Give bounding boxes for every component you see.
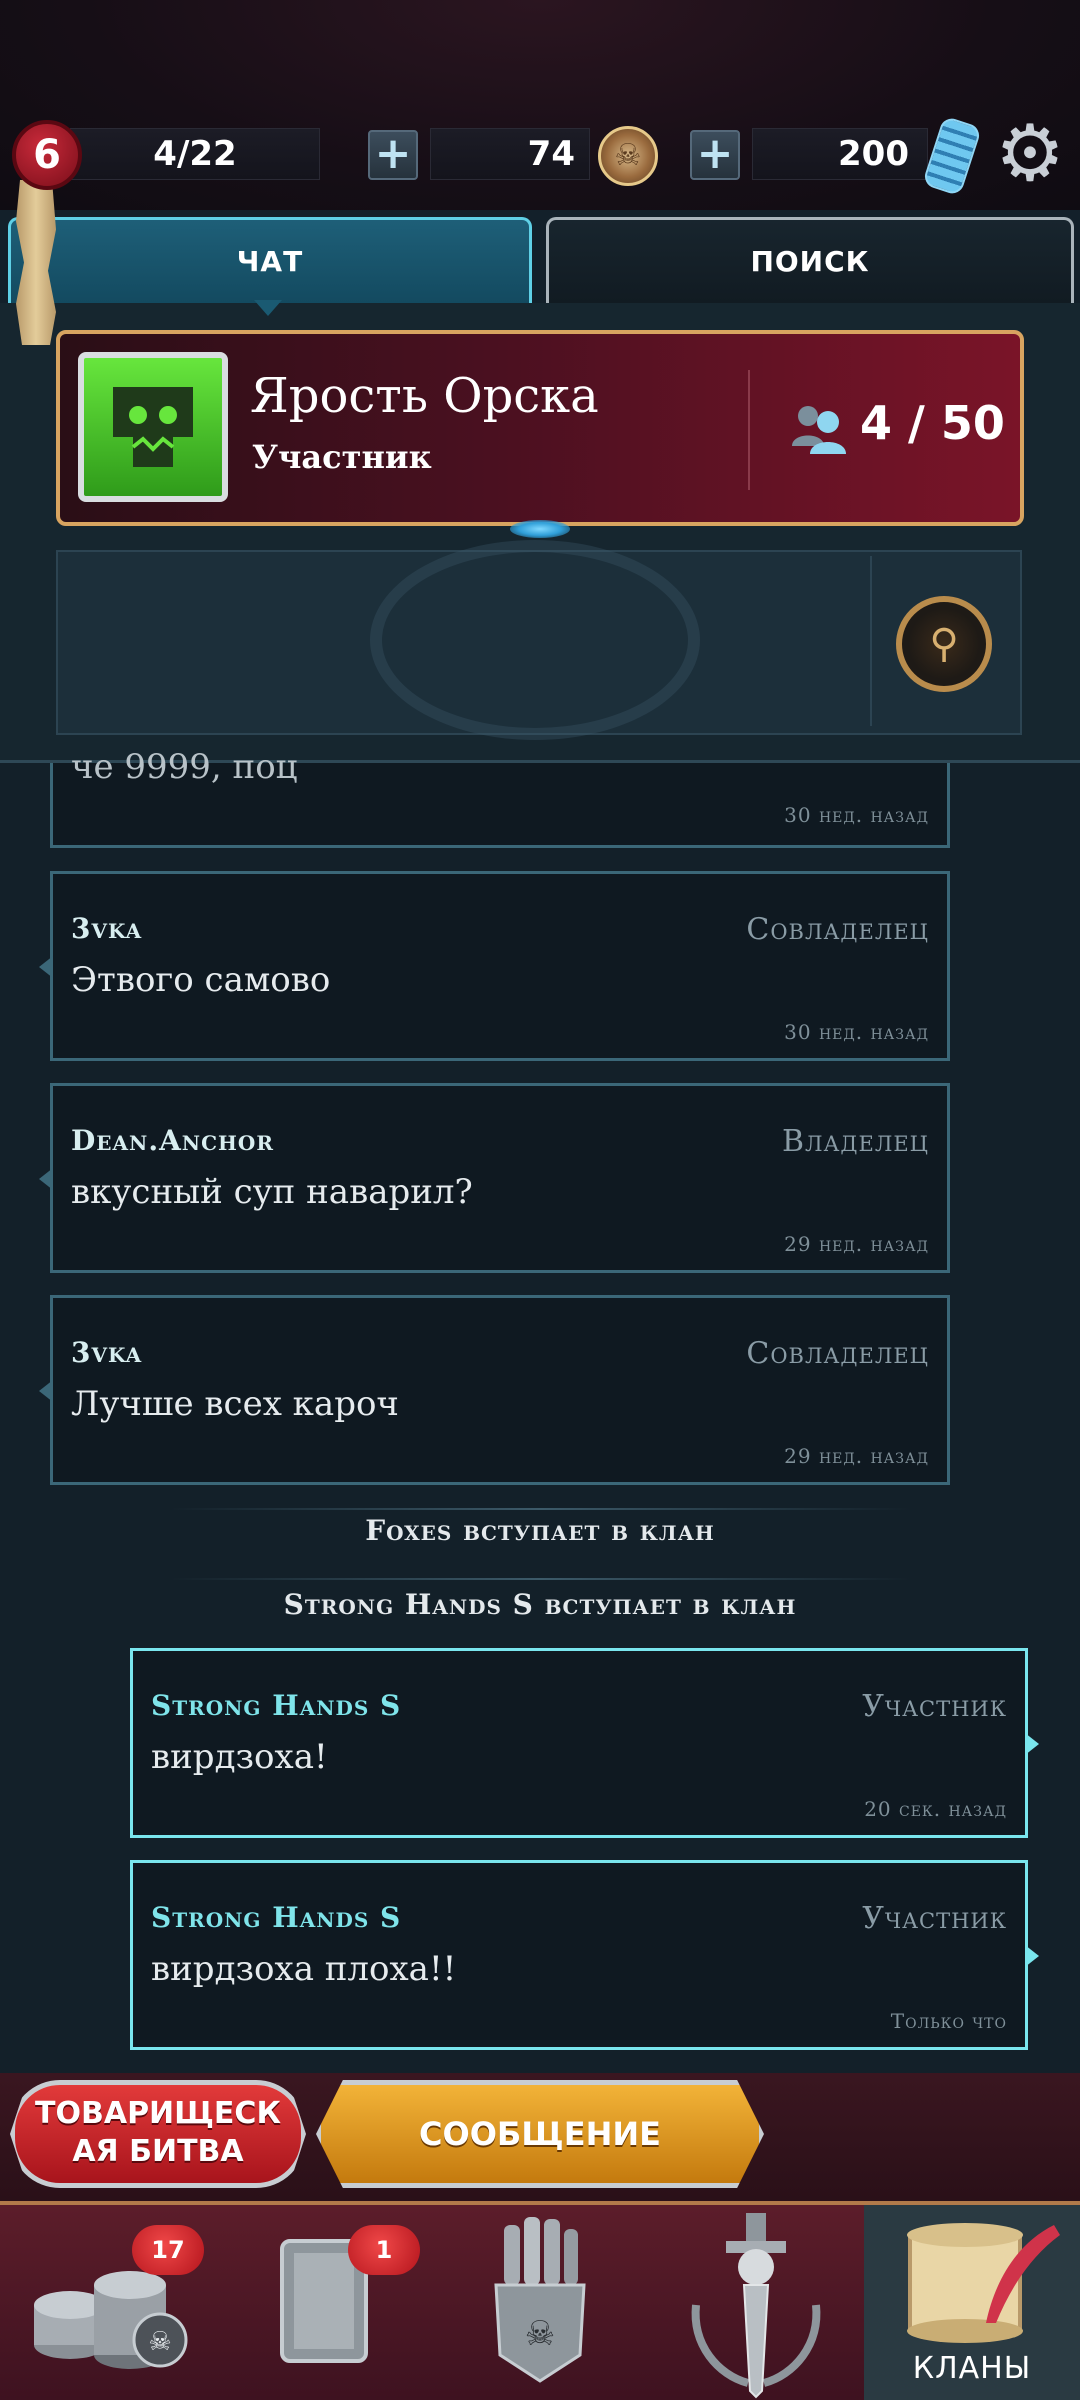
message-time: 29 нед. назад (784, 1444, 929, 1468)
chat-message[interactable]: Dean.Anchor Владелец вкусный суп наварил… (39, 1083, 950, 1273)
clan-card[interactable]: Ярость Орска Участник 4 / 50 (56, 330, 1024, 526)
message-time: 30 нед. назад (784, 1020, 929, 1044)
message-text: Этвого самово (71, 960, 331, 1000)
nav-label-clans: КЛАНЫ (912, 2351, 1032, 2386)
friendly-battle-label-line2: АЯ БИТВА (72, 2134, 244, 2169)
own-chat-message[interactable]: Strong Hands S Участник вирдзоха плоха!!… (130, 1860, 1039, 2050)
gems-counter: 200 (752, 128, 928, 180)
nav-item-battle[interactable] (648, 2205, 864, 2400)
message-time: 20 сек. назад (864, 1797, 1007, 1821)
message-author[interactable]: Strong Hands S (151, 1901, 401, 1934)
clan-name: Ярость Орска (250, 368, 599, 424)
clan-rank: Участник (252, 438, 432, 476)
notification-badge: 17 (132, 2225, 204, 2275)
message-role: Владелец (781, 1124, 929, 1159)
chat-message[interactable]: 3vka Совладелец Этвого самово 30 нед. на… (39, 871, 950, 1061)
nav-item-cards[interactable]: 1 (216, 2205, 432, 2400)
message-time: 29 нед. назад (784, 1232, 929, 1256)
own-chat-message[interactable]: Strong Hands S Участник вирдзоха! 20 сек… (130, 1648, 1039, 1838)
message-time: 30 нед. назад (784, 803, 929, 827)
cards-counter: 4/22 (70, 128, 320, 180)
divider (170, 1578, 910, 1580)
resource-bar: 4/22 + 74 + 200 (0, 118, 1080, 190)
message-author[interactable]: 3vka (71, 1336, 142, 1369)
members-icon (792, 406, 846, 454)
nav-item-clans[interactable]: КЛАНЫ (864, 2205, 1080, 2400)
sword-icon (691, 2213, 821, 2399)
system-message: Strong Hands S вступает в клан (283, 1588, 797, 1621)
message-text: вирдзоха плоха!! (151, 1949, 457, 1989)
message-time: Только что (890, 2009, 1007, 2033)
nav-item-shop[interactable]: ☠ 17 (0, 2205, 216, 2400)
chat-message-partial: че 9999, поц 30 нед. назад (50, 747, 950, 848)
orc-skull-emblem-icon (78, 352, 228, 502)
friendly-battle-label-line1: ТОВАРИЩЕСК (35, 2096, 281, 2131)
message-author[interactable]: 3vka (71, 912, 142, 945)
nav-item-collection[interactable]: ☠ (432, 2205, 648, 2400)
message-text: вирдзоха! (151, 1737, 328, 1777)
message-author[interactable]: Dean.Anchor (71, 1124, 274, 1157)
tab-chat[interactable]: ЧАТ (8, 217, 532, 303)
cards-count: 4/22 (153, 134, 237, 174)
scroll-quill-icon (907, 2223, 1060, 2343)
watermark-emblem (370, 540, 700, 740)
add-gems-button[interactable]: + (690, 130, 740, 180)
message-text: вкусный суп наварил? (71, 1172, 473, 1212)
divider (170, 1508, 910, 1510)
settings-gear-icon[interactable]: ⚙ (990, 114, 1070, 194)
glow-decoration (510, 520, 570, 538)
compass-button[interactable]: ⚲ (896, 596, 992, 692)
gold-count: 74 (527, 134, 575, 174)
gauntlet-icon: ☠ (494, 2217, 586, 2383)
notification-badge: 1 (348, 2225, 420, 2275)
chat-message[interactable]: 3vka Совладелец Лучше всех кароч 29 нед.… (39, 1295, 950, 1485)
tab-search[interactable]: ПОИСК (546, 217, 1074, 303)
level-badge[interactable]: 6 (12, 120, 82, 190)
divider (870, 556, 872, 726)
message-role: Совладелец (746, 1336, 929, 1371)
gems-count: 200 (838, 134, 909, 174)
svg-text:☠: ☠ (148, 2327, 171, 2357)
message-role: Участник (862, 1901, 1007, 1936)
skull-coin-icon (598, 126, 658, 186)
members-count: 4 / 50 (860, 396, 1005, 450)
friendly-battle-button[interactable]: ТОВАРИЩЕСК АЯ БИТВА (10, 2080, 306, 2188)
divider (748, 370, 750, 490)
message-author[interactable]: Strong Hands S (151, 1689, 401, 1722)
add-gold-button[interactable]: + (368, 130, 418, 180)
message-role: Участник (862, 1689, 1007, 1724)
svg-text:☠: ☠ (525, 2314, 555, 2354)
message-text: че 9999, поц (71, 747, 298, 787)
gold-counter: 74 (430, 128, 590, 180)
message-text: Лучше всех кароч (71, 1384, 399, 1424)
message-role: Совладелец (746, 912, 929, 947)
send-message-button[interactable]: СООБЩЕНИЕ (316, 2080, 764, 2188)
system-message: Foxes вступает в клан (365, 1514, 715, 1547)
